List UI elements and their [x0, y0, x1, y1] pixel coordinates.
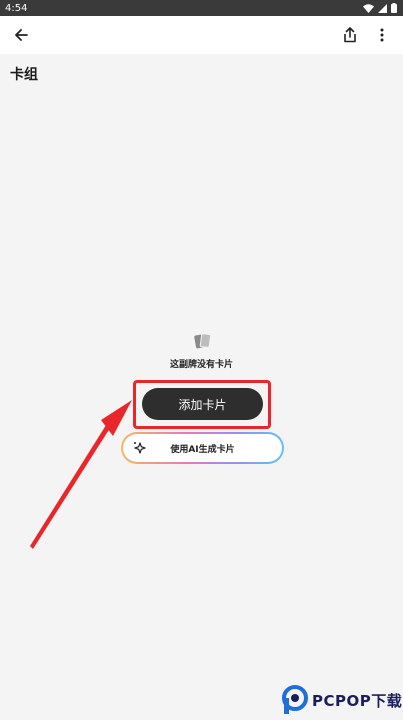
- more-vert-icon: [380, 28, 384, 42]
- add-card-button[interactable]: 添加卡片: [142, 388, 263, 420]
- share-icon: [344, 27, 356, 43]
- watermark: PCPOP下载: [282, 683, 402, 717]
- cards-icon: [194, 333, 212, 349]
- empty-state-message: 这副牌没有卡片: [169, 360, 233, 370]
- more-button[interactable]: [371, 24, 393, 46]
- status-bar: 4:54: [0, 0, 403, 16]
- status-time: 4:54: [5, 2, 28, 14]
- signal-icon: [378, 3, 387, 13]
- app-bar-actions: [339, 24, 393, 46]
- status-icons: [363, 3, 397, 13]
- sparkle-icon: [134, 442, 146, 454]
- arrow-back-icon: [15, 29, 28, 41]
- wifi-icon: [363, 3, 374, 13]
- back-button[interactable]: [10, 24, 32, 46]
- ai-generate-label: 使用AI生成卡片: [170, 444, 235, 455]
- watermark-text: PCPOP下载: [312, 691, 403, 710]
- page-title: 卡组: [10, 67, 38, 83]
- ai-generate-button-inner: 使用AI生成卡片: [123, 434, 282, 462]
- battery-icon: [391, 3, 397, 13]
- ai-generate-button[interactable]: 使用AI生成卡片: [121, 432, 284, 464]
- share-button[interactable]: [339, 24, 361, 46]
- pcpop-logo-icon: [282, 685, 308, 714]
- app-bar: [0, 16, 403, 54]
